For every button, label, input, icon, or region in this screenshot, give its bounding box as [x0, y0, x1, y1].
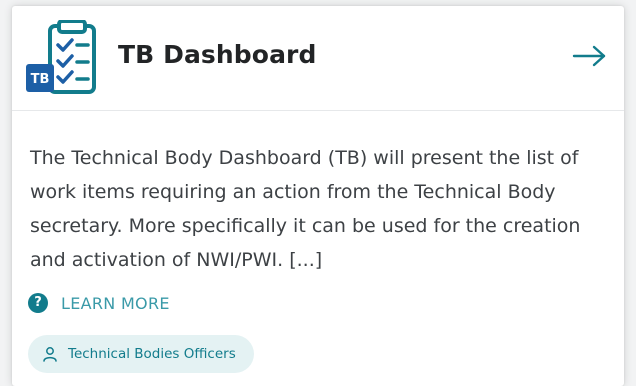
checklist-clipboard-icon: TB — [26, 20, 96, 94]
card-title: TB Dashboard — [118, 40, 317, 69]
learn-more-label: LEARN MORE — [61, 293, 170, 313]
question-circle-icon: ? — [28, 293, 48, 313]
tag-label: Technical Bodies Officers — [68, 346, 236, 362]
logo-badge-text: TB — [31, 72, 50, 87]
card-header: TB TB Dashboard — [12, 6, 624, 111]
user-icon — [43, 347, 57, 362]
arrow-right-icon[interactable] — [572, 44, 608, 68]
learn-more-link[interactable]: ? LEARN MORE — [28, 292, 170, 314]
card-description: The Technical Body Dashboard (TB) will p… — [30, 147, 581, 271]
audience-tag[interactable]: Technical Bodies Officers — [28, 335, 254, 373]
dashboard-card[interactable]: TB TB Dashboard The Technical Body Dashb… — [12, 6, 624, 386]
